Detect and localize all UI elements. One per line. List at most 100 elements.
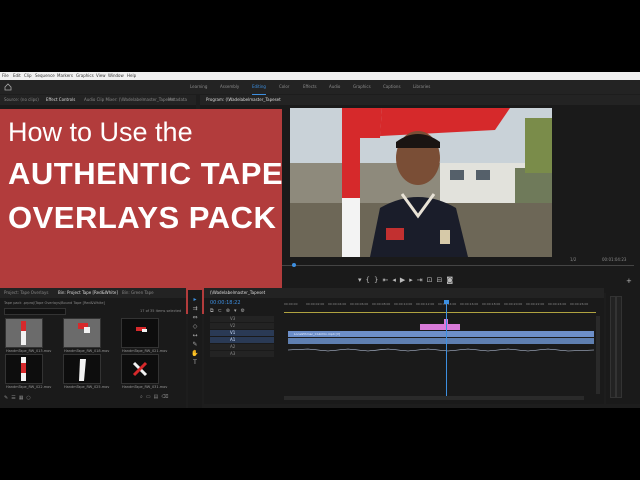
menu-clip[interactable]: Clip [24,72,32,80]
menu-window[interactable]: Window [108,72,124,80]
video-frame-image [290,108,552,257]
timeline-playhead[interactable] [446,302,447,396]
workspace-graphics[interactable]: Graphics [353,80,371,94]
tape-overlay-thumb-icon [79,359,86,381]
workspace-editing[interactable]: Editing [252,80,266,95]
menu-view[interactable]: View [96,72,106,80]
menu-bar: File Edit Clip Sequence Markers Graphics… [0,72,640,80]
program-duration: 00:01:04:23 [602,257,627,262]
project-thumb[interactable]: HandmTape_RW_031.mov [121,354,167,389]
audio-waveform-icon [287,348,595,352]
premiere-window: File Edit Clip Sequence Markers Graphics… [0,72,640,408]
snap-icon[interactable]: ⊂ [218,308,226,314]
tab-bin-red-white[interactable]: Bin: Project Tape [Red&White] [58,288,118,298]
program-resolution-select[interactable]: 1/2 [570,257,576,262]
tab-effect-controls[interactable]: Effect Controls [46,95,75,105]
timeline-vertical-scrollbar[interactable] [596,316,600,394]
menu-sequence[interactable]: Sequence [35,72,55,80]
ruler-label: 00:00:18:00 [482,302,501,306]
project-thumb[interactable]: HandmTape_RW_021.mov [121,318,167,353]
title-banner: How to Use the AUTHENTIC TAPE OVERLAYS P… [0,109,284,314]
workspace-color[interactable]: Color [279,80,289,94]
tab-bin-green[interactable]: Bin: Green Tape [122,288,154,298]
tab-program[interactable]: Program: (\Wadelabelmaster_Tapeset [206,95,281,105]
extract-icon[interactable]: ⊟ [437,276,447,284]
workspace-audio[interactable]: Audio [329,80,340,94]
banner-line-2: AUTHENTIC TAPE [8,156,284,191]
timeline-timecode[interactable]: 00:00:18:22 [210,300,241,306]
home-icon[interactable] [4,83,12,91]
new-bin-icon[interactable]: ▭ [146,394,154,400]
add-marker-icon[interactable]: ▾ [358,276,366,284]
tab-timeline-sequence[interactable]: (\Wadelabelmaster_Tapeset [210,288,265,298]
project-items-label: 17 of 35 items selected [140,309,182,313]
type-tool-icon[interactable]: T [191,359,199,366]
mark-in-icon[interactable]: { [366,276,374,284]
tape-overlay-thumb-icon [78,323,90,333]
list-view-icon[interactable]: ☰ [11,395,18,401]
timeline-settings-icon[interactable]: ⚙ [241,308,249,314]
thumb-label: HandmTape_RW_021.mov [122,349,168,353]
thumb-label: HandmTape_RW_022.mov [6,385,52,389]
lift-icon[interactable]: ⊡ [427,276,437,284]
project-thumb[interactable]: HandmTape_RW_013.mov [5,318,51,353]
track-select-tool-icon[interactable]: ⇉ [191,305,199,312]
linked-select-icon[interactable]: ⊗ [226,308,234,314]
track-header-a3[interactable]: A3 [210,351,274,357]
menu-graphics[interactable]: Graphics [76,72,94,80]
timeline-panel: 00:00:18:22 ⧉⊂⊗▾⚙ 00:00:00 00:00:02:00 0… [204,298,604,404]
track-header-v2[interactable]: V2 [210,323,274,329]
step-back-icon[interactable]: ◂ [392,276,400,284]
play-icon[interactable]: ▶ [400,276,409,284]
thumb-label: HandmTape_RW_025.mov [64,385,110,389]
tab-source[interactable]: Source: (no clips) [4,95,39,105]
project-thumb[interactable]: HandmTape_RW_022.mov [5,354,51,389]
track-header-v3[interactable]: V3 [210,316,274,322]
pen-tool-icon[interactable]: ✎ [191,341,199,348]
workspace-libraries[interactable]: Libraries [413,80,430,94]
slip-tool-icon[interactable]: ↔ [191,332,199,339]
thumb-label: HandmTape_RW_031.mov [122,385,168,389]
timeline-playhead-handle[interactable] [444,300,449,304]
menu-edit[interactable]: Edit [13,72,21,80]
hand-tool-icon[interactable]: ✋ [191,350,199,357]
menu-markers[interactable]: Markers [57,72,73,80]
program-playhead[interactable] [292,263,296,267]
razor-tool-icon[interactable]: ◇ [191,323,199,330]
work-area-bar[interactable] [284,312,596,313]
menu-file[interactable]: File [2,72,9,80]
workspace-captions[interactable]: Captions [383,80,401,94]
track-header-a2[interactable]: A2 [210,344,274,350]
workspace-effects[interactable]: Effects [303,80,317,94]
ripple-edit-tool-icon[interactable]: ⇔ [191,314,199,321]
timeline-horizontal-scrollbar[interactable] [284,396,584,400]
tab-project[interactable]: Project: Tape Overlays [4,288,48,298]
export-frame-icon[interactable]: ◙ [446,276,457,284]
audio-clip[interactable] [287,338,595,352]
go-to-in-icon[interactable]: ⇤ [382,276,392,284]
track-header-v1[interactable]: V1 [210,330,274,336]
thumb-label: HandmTape_RW_018.mov [64,349,110,353]
program-video-frame [290,108,552,257]
tab-metadata[interactable]: Metadata [168,95,187,105]
zoom-slider-icon[interactable]: ○ [26,395,33,401]
workspace-assembly[interactable]: Assembly [220,80,239,94]
nest-icon[interactable]: ⧉ [210,308,218,314]
go-to-out-icon[interactable]: ⇥ [417,276,427,284]
add-button-icon[interactable]: + [626,277,632,285]
project-thumb[interactable]: HandmTape_RW_025.mov [63,354,109,389]
video-clip[interactable]: Local2thmac_ClutchIn.mp4 [V] [288,331,594,337]
tab-audio-clip-mixer[interactable]: Audio Clip Mixer: (\Wadelabelmaster_Tape… [84,95,174,105]
timeline-ruler[interactable]: 00:00:00 00:00:02:00 00:00:04:00 00:00:0… [284,302,596,310]
menu-help[interactable]: Help [127,72,136,80]
tape-overlay-clip[interactable] [420,324,460,330]
trash-icon[interactable]: ⌫ [161,394,171,400]
project-thumb[interactable]: HandmTape_RW_018.mov [63,318,109,353]
track-header-a1[interactable]: A1 [210,337,274,343]
step-forward-icon[interactable]: ▸ [409,276,417,284]
audio-meters [606,288,640,404]
selection-tool-icon[interactable]: ▸ [191,296,199,303]
project-search-input[interactable] [4,308,66,315]
ruler-label: 00:00:20:00 [504,302,523,306]
workspace-learning[interactable]: Learning [190,80,207,94]
